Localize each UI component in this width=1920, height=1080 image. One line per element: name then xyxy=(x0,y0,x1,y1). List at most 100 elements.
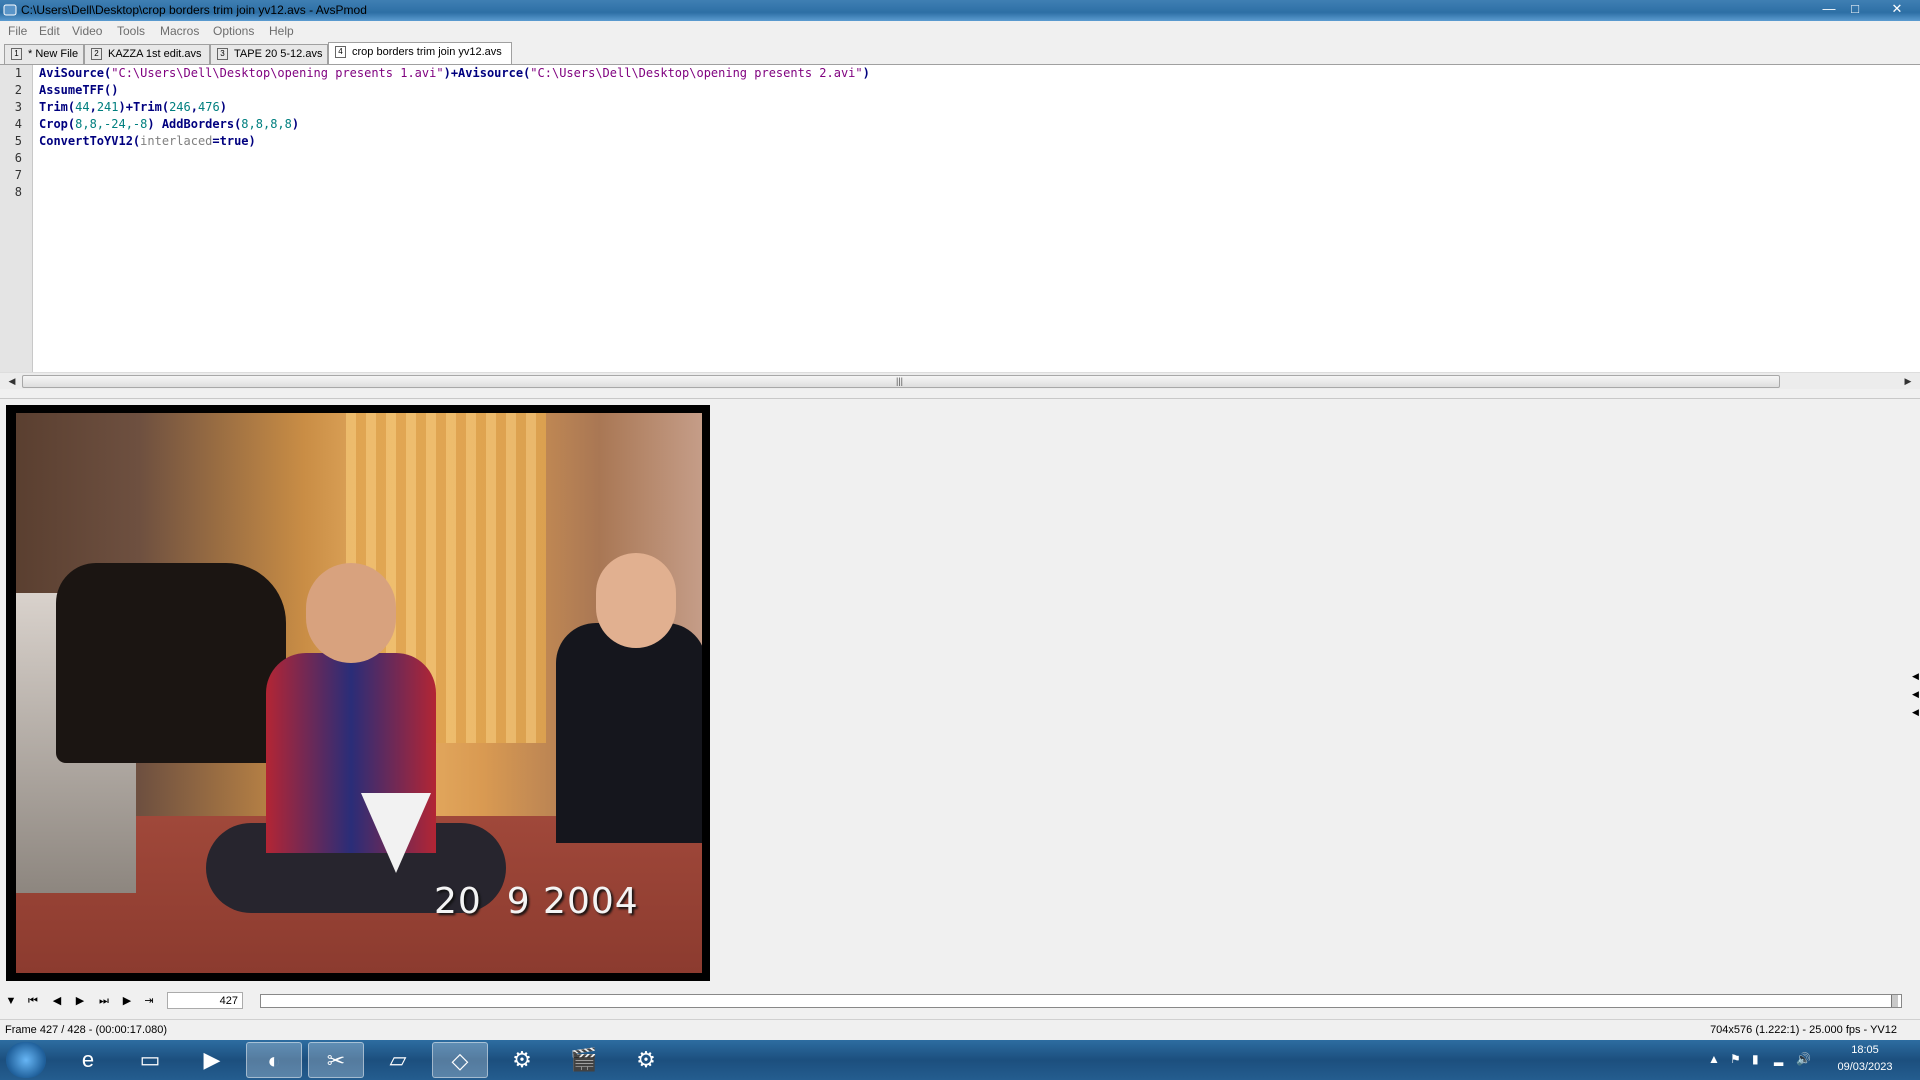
code-number: 241 xyxy=(96,100,119,114)
grip-icon: ||| xyxy=(896,376,904,386)
menu-options[interactable]: Options xyxy=(213,24,254,38)
tab-number: 4 xyxy=(335,46,346,59)
clock-time[interactable]: 18:05 xyxy=(1830,1044,1900,1056)
internet-explorer-icon[interactable]: e xyxy=(60,1042,116,1078)
code-token: =true) xyxy=(212,134,256,148)
code-line-4[interactable]: Crop(8,8,-24,-8) AddBorders(8,8,8,8) xyxy=(39,117,299,131)
scroll-left-arrow-icon[interactable]: ◀ xyxy=(4,374,20,388)
code-argument: interlaced xyxy=(140,134,213,148)
scrollbar-thumb[interactable]: ||| xyxy=(22,375,1780,388)
code-number: 44 xyxy=(75,100,90,114)
menu-macros[interactable]: Macros xyxy=(160,24,199,38)
next-frame-icon[interactable]: ▶ xyxy=(71,993,89,1009)
avspmod-taskbar-icon[interactable]: ◇ xyxy=(432,1042,488,1078)
clock-date[interactable]: 09/03/2023 xyxy=(1830,1061,1900,1073)
code-token: )+Avisource( xyxy=(443,66,531,80)
line-number: 4 xyxy=(14,117,22,131)
tab-label: TAPE 20 5-12.avs xyxy=(234,48,323,60)
code-token: ) xyxy=(862,66,870,80)
code-string: "C:\Users\Dell\Desktop\opening presents … xyxy=(530,66,863,80)
menu-bar: File Edit Video Tools Macros Options Hel… xyxy=(0,21,1920,42)
settings-app-icon[interactable]: ⚙ xyxy=(494,1042,550,1078)
code-token: )+Trim( xyxy=(118,100,170,114)
edge-browser-icon[interactable]: ◐ xyxy=(246,1042,302,1078)
status-bar: Frame 427 / 428 - (00:00:17.080) 704x576… xyxy=(0,1019,1920,1041)
menu-tools[interactable]: Tools xyxy=(117,24,145,38)
window-title: C:\Users\Dell\Desktop\crop borders trim … xyxy=(21,3,367,17)
tab-label: * New File xyxy=(28,48,79,60)
maximize-button[interactable]: □ xyxy=(1842,0,1868,18)
windows-taskbar: e ▭ ▶ ◐ ✂ ▱ ◇ ⚙ 🎬 ⚙ ▲ ⚑ ▮ ▂ 🔊 18:05 09/0… xyxy=(0,1040,1920,1080)
notepad-icon[interactable]: ▱ xyxy=(370,1042,426,1078)
code-number: 246 xyxy=(169,100,191,114)
line-number: 8 xyxy=(14,185,22,199)
code-token: ConvertToYV12( xyxy=(39,134,141,148)
menu-file[interactable]: File xyxy=(8,24,27,38)
toggle-preview-icon[interactable]: ▼ xyxy=(2,993,20,1009)
tab-number: 1 xyxy=(11,48,22,61)
first-frame-icon[interactable]: ⏮ xyxy=(24,993,42,1009)
video-image: 20 9 2004 xyxy=(16,413,702,973)
script-editor[interactable]: 1 2 3 4 5 6 7 8 AviSource("C:\Users\Dell… xyxy=(0,64,1920,373)
playback-toolbar: ▼ ⏮ ◀ ▶ ⏭ ▶ ⇥ 427 xyxy=(0,990,1920,1012)
goto-frame-icon[interactable]: ⇥ xyxy=(140,993,158,1009)
line-number: 6 xyxy=(14,151,22,165)
media-player-icon[interactable]: ▶ xyxy=(184,1042,240,1078)
minimize-button[interactable]: — xyxy=(1816,0,1842,18)
code-token: ) xyxy=(291,117,300,131)
frame-status: Frame 427 / 428 - (00:00:17.080) xyxy=(5,1024,168,1036)
code-line-2[interactable]: AssumeTFF() xyxy=(39,83,118,97)
network-icon[interactable]: ▂ xyxy=(1774,1052,1783,1066)
tab-label: KAZZA 1st edit.avs xyxy=(108,48,202,60)
tab-bar: 1 * New File 2 KAZZA 1st edit.avs 3 TAPE 20… xyxy=(0,42,1920,65)
code-line-1[interactable]: AviSource( "C:\Users\Dell\Desktop\opening… xyxy=(39,66,870,80)
last-frame-icon[interactable]: ⏭ xyxy=(95,993,113,1009)
panel-collapse-arrows-icon[interactable]: ◀ ◀ ◀ xyxy=(1912,667,1919,721)
menu-help[interactable]: Help xyxy=(269,24,294,38)
video-preview-pane: 20 9 2004 ◀ ◀ ◀ xyxy=(0,398,1920,981)
avspmod-app-icon xyxy=(3,4,17,16)
code-line-5[interactable]: ConvertToYV12(interlaced=true) xyxy=(39,134,256,148)
frame-slider-thumb[interactable] xyxy=(1891,995,1898,1007)
line-number: 1 xyxy=(14,66,22,80)
tab-tape-20[interactable]: 3 TAPE 20 5-12.avs xyxy=(210,44,328,64)
line-number: 2 xyxy=(14,83,22,97)
gear-app-icon[interactable]: ⚙ xyxy=(618,1042,674,1078)
snipping-tool-icon[interactable]: ✂ xyxy=(308,1042,364,1078)
tab-label: crop borders trim join yv12.avs xyxy=(352,46,502,58)
show-hidden-icons-icon[interactable]: ▲ xyxy=(1708,1052,1720,1066)
frame-number-input[interactable]: 427 xyxy=(167,992,243,1009)
code-token: , xyxy=(190,100,198,114)
line-number: 7 xyxy=(14,168,22,182)
tab-kazza[interactable]: 2 KAZZA 1st edit.avs xyxy=(84,44,210,64)
action-center-icon[interactable]: ⚑ xyxy=(1730,1052,1741,1066)
scroll-right-arrow-icon[interactable]: ▶ xyxy=(1900,374,1916,388)
title-bar: C:\Users\Dell\Desktop\crop borders trim … xyxy=(0,0,1920,21)
video-frame[interactable]: 20 9 2004 xyxy=(6,405,710,981)
code-token: AssumeTFF() xyxy=(39,83,119,97)
play-icon[interactable]: ▶ xyxy=(118,993,136,1009)
video-date-stamp: 20 9 2004 xyxy=(434,881,639,922)
code-number: 8,8,8,8 xyxy=(241,117,292,131)
line-number: 3 xyxy=(14,100,22,114)
device-icon[interactable]: ▮ xyxy=(1752,1052,1759,1066)
tab-number: 2 xyxy=(91,48,102,61)
video-editor-icon[interactable]: 🎬 xyxy=(556,1042,612,1078)
volume-icon[interactable]: 🔊 xyxy=(1796,1052,1811,1066)
code-line-3[interactable]: Trim(44,241)+Trim(246,476) xyxy=(39,100,227,114)
editor-horizontal-scrollbar[interactable]: ◀ ||| ▶ xyxy=(0,372,1920,389)
tab-number: 3 xyxy=(217,48,228,61)
start-button[interactable] xyxy=(6,1042,46,1078)
tab-new-file[interactable]: 1 * New File xyxy=(4,44,84,64)
close-button[interactable]: ✕ xyxy=(1880,0,1914,18)
code-token: AviSource( xyxy=(39,66,112,80)
code-token: Crop( xyxy=(39,117,76,131)
menu-edit[interactable]: Edit xyxy=(39,24,60,38)
video-info-status: 704x576 (1.222:1) - 25.000 fps - YV12 xyxy=(1710,1024,1897,1036)
tab-crop-borders[interactable]: 4 crop borders trim join yv12.avs xyxy=(328,42,512,65)
previous-frame-icon[interactable]: ◀ xyxy=(48,993,66,1009)
file-explorer-icon[interactable]: ▭ xyxy=(122,1042,178,1078)
frame-slider[interactable] xyxy=(260,994,1902,1008)
code-token: ) AddBorders( xyxy=(147,117,242,131)
menu-video[interactable]: Video xyxy=(72,24,102,38)
